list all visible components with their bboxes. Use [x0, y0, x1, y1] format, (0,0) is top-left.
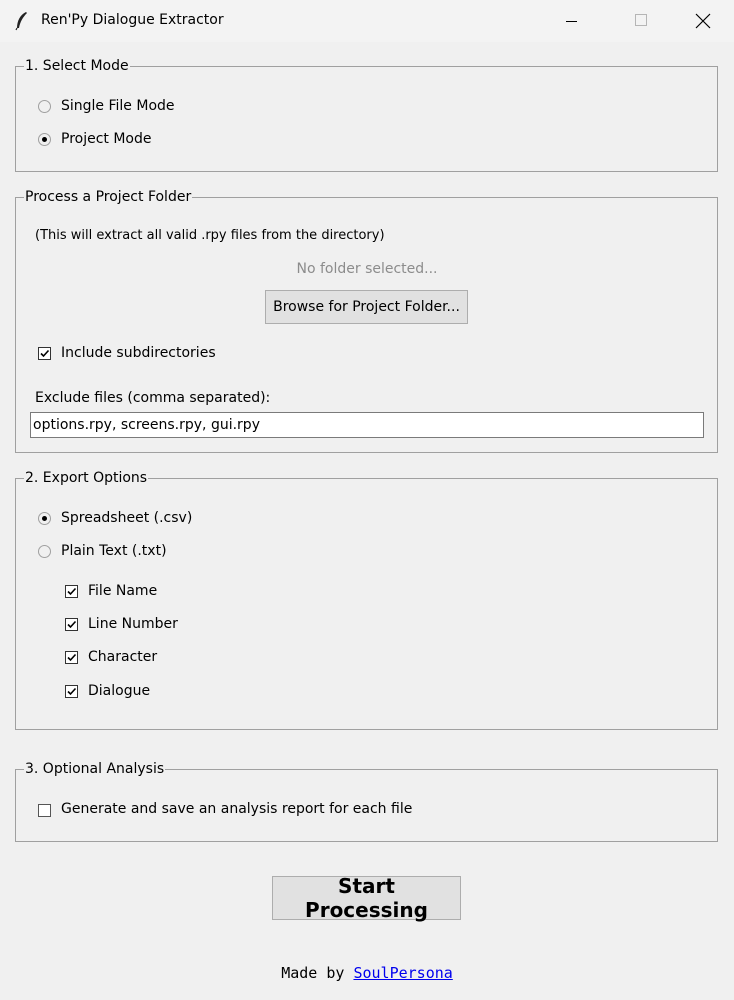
window-title: Ren'Py Dialogue Extractor	[41, 12, 224, 28]
start-processing-button[interactable]: Start Processing	[272, 874, 461, 922]
quill-icon	[14, 11, 30, 31]
file-name-label[interactable]: File Name	[88, 583, 157, 599]
credit-line: Made by SoulPersona	[0, 964, 734, 982]
export-options-legend: 2. Export Options	[25, 470, 148, 486]
dialogue-checkbox[interactable]	[65, 685, 78, 698]
title-bar: Ren'Py Dialogue Extractor	[0, 0, 734, 42]
checkmark-icon	[67, 587, 77, 596]
author-link[interactable]: SoulPersona	[353, 964, 452, 982]
browse-folder-button[interactable]: Browse for Project Folder...	[265, 290, 468, 324]
close-button[interactable]	[680, 0, 726, 42]
line-number-checkbox[interactable]	[65, 618, 78, 631]
csv-format-radio[interactable]	[38, 512, 51, 525]
project-mode-radio[interactable]	[38, 133, 51, 146]
line-number-label[interactable]: Line Number	[88, 616, 178, 632]
select-mode-legend: 1. Select Mode	[25, 58, 129, 74]
include-subdirectories-checkbox[interactable]	[38, 347, 51, 360]
include-subdirectories-label[interactable]: Include subdirectories	[61, 345, 216, 361]
file-name-checkbox[interactable]	[65, 585, 78, 598]
folder-status-text: No folder selected...	[296, 261, 438, 277]
close-icon	[695, 13, 711, 29]
minimize-button[interactable]	[549, 0, 595, 42]
credit-prefix: Made by	[281, 964, 354, 982]
analysis-report-checkbox[interactable]	[38, 804, 51, 817]
checkmark-icon	[67, 687, 77, 696]
character-label[interactable]: Character	[88, 649, 157, 665]
checkmark-icon	[67, 653, 77, 662]
character-checkbox[interactable]	[65, 651, 78, 664]
optional-analysis-legend: 3. Optional Analysis	[25, 761, 165, 777]
csv-format-label[interactable]: Spreadsheet (.csv)	[61, 510, 192, 526]
single-file-mode-radio[interactable]	[38, 100, 51, 113]
checkmark-icon	[40, 349, 50, 358]
dialogue-label[interactable]: Dialogue	[88, 683, 150, 699]
maximize-button[interactable]	[617, 0, 663, 42]
select-mode-group: 1. Select Mode	[15, 58, 718, 172]
project-mode-label[interactable]: Project Mode	[61, 131, 152, 147]
project-hint-text: (This will extract all valid .rpy files …	[35, 228, 385, 243]
project-folder-legend: Process a Project Folder	[25, 189, 192, 205]
checkmark-icon	[67, 620, 77, 629]
exclude-files-label: Exclude files (comma separated):	[35, 390, 271, 406]
txt-format-label[interactable]: Plain Text (.txt)	[61, 543, 167, 559]
txt-format-radio[interactable]	[38, 545, 51, 558]
single-file-mode-label[interactable]: Single File Mode	[61, 98, 175, 114]
exclude-files-input[interactable]	[30, 412, 704, 438]
analysis-report-label[interactable]: Generate and save an analysis report for…	[61, 801, 412, 817]
